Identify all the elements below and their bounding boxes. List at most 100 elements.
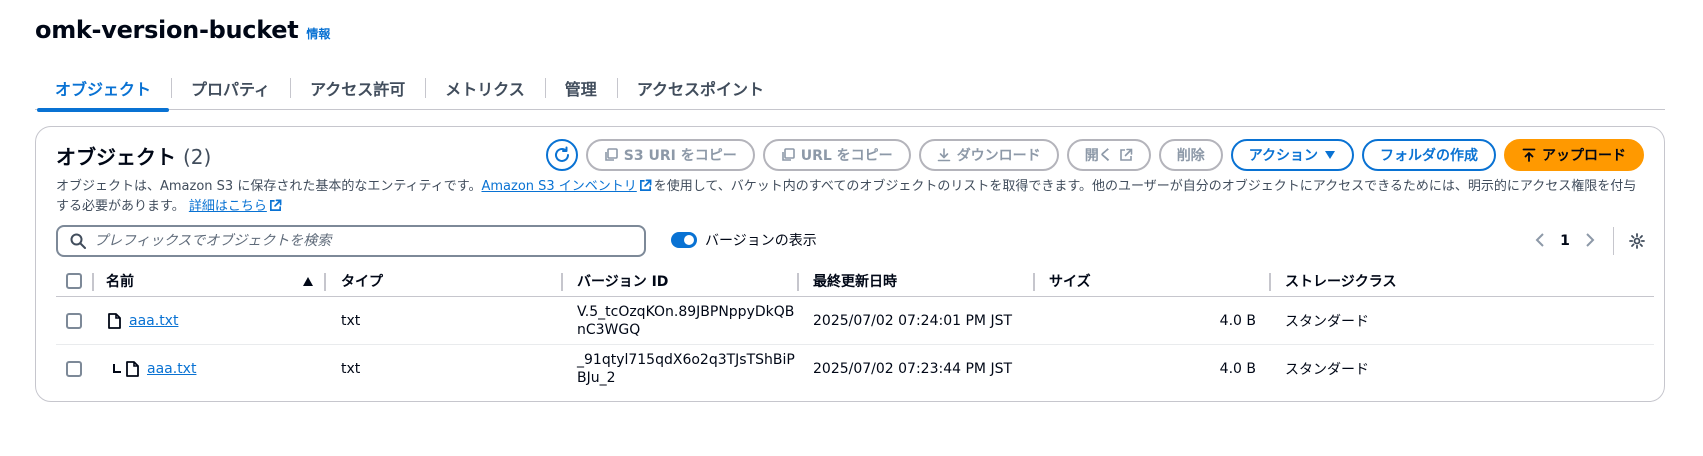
open-label: 開く — [1084, 148, 1113, 164]
storage-class-cell: スタンダード — [1285, 314, 1369, 330]
copy-s3-uri-label: S3 URI をコピー — [623, 148, 737, 164]
column-header-size[interactable]: サイズ — [1049, 265, 1091, 297]
name-cell: aaa.txt — [108, 297, 178, 345]
tab-metrics[interactable]: メトリクス — [425, 66, 545, 110]
search-icon — [70, 233, 86, 249]
download-label: ダウンロード — [956, 148, 1041, 164]
objects-title-text: オブジェクト — [56, 145, 176, 169]
objects-count: (2) — [182, 145, 212, 169]
file-icon — [108, 313, 121, 329]
column-header-last-modified[interactable]: 最終更新日時 — [813, 265, 897, 297]
file-icon — [126, 361, 139, 377]
column-divider — [1269, 273, 1271, 291]
objects-container: オブジェクト (2) S3 URI をコピー URL をコピー ダウンロード 開… — [35, 126, 1665, 402]
inventory-link[interactable]: Amazon S3 インベントリ — [481, 179, 636, 194]
show-versions-toggle: バージョンの表示 — [671, 230, 817, 250]
caret-up-icon — [303, 276, 313, 286]
actions-button[interactable]: アクション — [1230, 139, 1354, 171]
row-checkbox[interactable] — [66, 313, 82, 329]
column-header-name[interactable]: 名前 — [106, 265, 134, 297]
pagination: 1 — [1527, 225, 1650, 257]
upload-button[interactable]: アップロード — [1504, 139, 1644, 171]
column-divider — [797, 273, 799, 291]
refresh-icon — [554, 146, 569, 162]
row-select-cell — [66, 345, 82, 393]
tab-permissions[interactable]: アクセス許可 — [290, 66, 425, 110]
select-all-cell — [66, 265, 82, 297]
bucket-header: omk-version-bucket 情報 — [35, 16, 330, 44]
download-button[interactable]: ダウンロード — [918, 139, 1059, 171]
caret-down-icon — [1325, 151, 1335, 159]
upload-icon — [1522, 148, 1536, 162]
next-page-button[interactable] — [1577, 231, 1603, 252]
last-modified-cell: 2025/07/02 07:24:01 PM JST — [813, 313, 1013, 329]
sort-ascending-icon[interactable] — [303, 265, 313, 297]
column-header-type[interactable]: タイプ — [341, 265, 383, 297]
copy-icon — [781, 148, 795, 161]
copy-icon — [604, 148, 618, 161]
open-button[interactable]: 開く — [1066, 139, 1151, 171]
info-link[interactable]: 情報 — [306, 25, 330, 42]
object-name-link[interactable]: aaa.txt — [147, 361, 196, 377]
pager-divider — [1613, 227, 1614, 255]
tab-objects[interactable]: オブジェクト — [35, 66, 171, 112]
external-link-icon — [639, 179, 652, 191]
size-cell: 4.0 B — [1219, 313, 1256, 329]
size-cell: 4.0 B — [1219, 361, 1256, 377]
s3-bucket-page: omk-version-bucket 情報 オブジェクト プロパティ アクセス許… — [0, 0, 1703, 456]
create-folder-button[interactable]: フォルダの作成 — [1362, 139, 1496, 171]
gear-icon — [1629, 233, 1645, 249]
type-cell: txt — [341, 313, 361, 329]
version-id-text: V.5_tcOzqKOn.89JBPNppyDkQBnC3WGQ — [577, 304, 795, 338]
column-header-storage-class[interactable]: ストレージクラス — [1285, 265, 1396, 297]
last-modified-cell: 2025/07/02 07:23:44 PM JST — [813, 361, 1013, 377]
show-versions-label: バージョンの表示 — [705, 233, 817, 249]
page-number[interactable]: 1 — [1553, 233, 1577, 249]
objects-title: オブジェクト (2) — [56, 141, 211, 170]
tab-management[interactable]: 管理 — [544, 66, 617, 110]
column-divider — [1033, 273, 1035, 291]
copy-url-label: URL をコピー — [800, 148, 893, 164]
name-cell: aaa.txt — [112, 345, 196, 393]
chevron-left-icon — [1535, 232, 1544, 247]
table-row: aaa.txt txt V.5_tcOzqKOn.89JBPNppyDkQBnC… — [56, 297, 1654, 345]
objects-toolbar: S3 URI をコピー URL をコピー ダウンロード 開く 削除 アクション — [545, 139, 1644, 171]
create-folder-label: フォルダの作成 — [1380, 148, 1478, 164]
external-link-icon — [269, 199, 282, 211]
column-divider — [324, 273, 326, 291]
show-versions-switch[interactable] — [671, 232, 697, 248]
version-branch-icon — [113, 364, 121, 373]
version-id-cell: _91qtyl715qdX6o2q3TJsTShBiPBJu_2 — [577, 345, 795, 393]
table-header: 名前 タイプ バージョン ID 最終更新日時 サイズ ストレージクラス — [56, 265, 1654, 297]
column-header-version-id[interactable]: バージョン ID — [577, 265, 668, 297]
tab-properties[interactable]: プロパティ — [171, 66, 290, 110]
version-id-text: _91qtyl715qdX6o2q3TJsTShBiPBJu_2 — [577, 352, 795, 386]
copy-s3-uri-button[interactable]: S3 URI をコピー — [585, 139, 755, 171]
storage-class-cell: スタンダード — [1285, 362, 1369, 378]
select-all-checkbox[interactable] — [66, 273, 82, 289]
object-name-link[interactable]: aaa.txt — [129, 313, 178, 329]
refresh-button[interactable] — [545, 139, 578, 171]
search-input[interactable] — [94, 233, 614, 249]
upload-label: アップロード — [1542, 148, 1626, 164]
objects-table: 名前 タイプ バージョン ID 最終更新日時 サイズ ストレージクラス aaa.… — [56, 265, 1654, 393]
type-cell: txt — [341, 361, 361, 377]
copy-url-button[interactable]: URL をコピー — [762, 139, 911, 171]
external-link-icon — [1119, 148, 1132, 161]
chevron-right-icon — [1586, 232, 1595, 247]
row-checkbox[interactable] — [66, 361, 82, 377]
bucket-tabs: オブジェクト プロパティ アクセス許可 メトリクス 管理 アクセスポイント — [35, 66, 1665, 112]
delete-button[interactable]: 削除 — [1158, 139, 1223, 171]
column-divider — [561, 273, 563, 291]
download-icon — [937, 148, 950, 162]
prev-page-button[interactable] — [1527, 231, 1553, 252]
bucket-title: omk-version-bucket — [35, 16, 299, 44]
actions-label: アクション — [1248, 148, 1318, 164]
tab-access-points[interactable]: アクセスポイント — [616, 66, 784, 110]
description-text-1: オブジェクトは、Amazon S3 に保存された基本的なエンティティです。 — [56, 179, 482, 194]
learn-more-link[interactable]: 詳細はこちら — [189, 199, 267, 214]
table-row: aaa.txt txt _91qtyl715qdX6o2q3TJsTShBiPB… — [56, 345, 1654, 393]
preferences-button[interactable] — [1624, 233, 1650, 249]
objects-description: オブジェクトは、Amazon S3 に保存された基本的なエンティティです。Ama… — [56, 177, 1648, 217]
row-select-cell — [66, 297, 82, 345]
